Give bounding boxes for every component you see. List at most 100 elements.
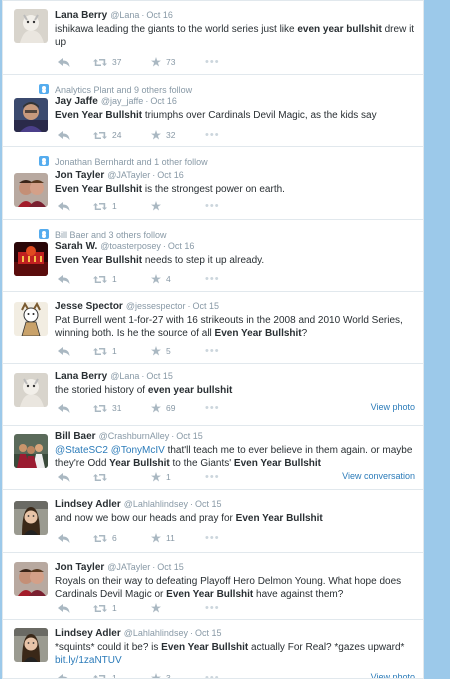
more-options-icon[interactable]: ••• bbox=[205, 56, 220, 68]
tweet-timestamp[interactable]: Oct 15 bbox=[195, 628, 222, 638]
retweet-button[interactable]: 31 bbox=[93, 402, 121, 414]
reply-button[interactable] bbox=[58, 672, 70, 678]
more-options-icon[interactable]: ••• bbox=[205, 672, 220, 678]
url-link[interactable]: bit.ly/1zaNTUV bbox=[55, 655, 122, 666]
tweet-item[interactable]: Lana Berry @Lana · Oct 15 the storied histor… bbox=[3, 364, 423, 426]
retweet-button[interactable]: 1 bbox=[93, 672, 117, 678]
reply-button[interactable] bbox=[58, 402, 70, 414]
favorite-button[interactable]: 4 bbox=[151, 273, 171, 285]
retweet-button[interactable]: 37 bbox=[93, 56, 121, 68]
author-handle[interactable]: @Lahlahlindsey bbox=[124, 499, 188, 509]
tweet-timestamp[interactable]: Oct 15 bbox=[195, 499, 222, 509]
more-options-icon[interactable]: ••• bbox=[205, 471, 220, 483]
favorite-button[interactable] bbox=[151, 200, 166, 212]
more-options-icon[interactable]: ••• bbox=[205, 129, 220, 141]
retweet-button[interactable]: 1 bbox=[93, 345, 117, 357]
favorite-button[interactable]: 1 bbox=[151, 471, 171, 483]
favorite-button[interactable]: 69 bbox=[151, 402, 175, 414]
favorite-button[interactable] bbox=[151, 602, 166, 614]
tweet-item[interactable]: Analytics Plant and 9 others follow Jay J… bbox=[3, 75, 423, 147]
context-text[interactable]: Jonathan Bernhardt and 1 other follow bbox=[55, 157, 208, 167]
tweet-item[interactable]: Jon Tayler @JATayler · Oct 15 Royals on thei… bbox=[3, 553, 423, 620]
favorite-button[interactable]: 32 bbox=[151, 129, 175, 141]
avatar[interactable] bbox=[14, 628, 48, 662]
author-name[interactable]: Jon Tayler bbox=[55, 562, 104, 573]
context-text[interactable]: Analytics Plant and 9 others follow bbox=[55, 85, 192, 95]
favorite-button[interactable]: 73 bbox=[151, 56, 175, 68]
avatar[interactable] bbox=[14, 242, 48, 276]
author-name[interactable]: Sarah W. bbox=[55, 241, 97, 252]
tweet-item[interactable]: Lindsey Adler @Lahlahlindsey · Oct 15 *squin… bbox=[3, 620, 423, 678]
reply-button[interactable] bbox=[58, 129, 70, 141]
avatar[interactable] bbox=[14, 9, 48, 43]
mention-link[interactable]: @StateSC2 bbox=[55, 445, 108, 456]
author-name[interactable]: Lindsey Adler bbox=[55, 499, 121, 510]
tweet-item[interactable]: Bill Baer and 3 others follow Sarah W. @to… bbox=[3, 220, 423, 292]
author-name[interactable]: Jon Tayler bbox=[55, 170, 104, 181]
more-options-icon[interactable]: ••• bbox=[205, 532, 220, 544]
author-handle[interactable]: @toasterposey bbox=[100, 241, 161, 251]
reply-button[interactable] bbox=[58, 200, 70, 212]
mention-link[interactable]: @TonyMcIV bbox=[111, 445, 165, 456]
tweet-item[interactable]: Jesse Spector @jessespector · Oct 15 Pat Bur… bbox=[3, 292, 423, 364]
retweet-button[interactable]: 1 bbox=[93, 602, 117, 614]
retweet-button[interactable] bbox=[93, 471, 112, 483]
view-details-link[interactable]: View photo bbox=[371, 672, 415, 678]
author-handle[interactable]: @CrashburnAlley bbox=[99, 431, 170, 441]
more-options-icon[interactable]: ••• bbox=[205, 273, 220, 285]
reply-button[interactable] bbox=[58, 602, 70, 614]
tweet-timestamp[interactable]: Oct 15 bbox=[176, 431, 203, 441]
retweet-button[interactable]: 6 bbox=[93, 532, 117, 544]
avatar[interactable] bbox=[14, 434, 48, 468]
avatar[interactable] bbox=[14, 562, 48, 596]
author-name[interactable]: Jay Jaffe bbox=[55, 96, 98, 107]
more-options-icon[interactable]: ••• bbox=[205, 602, 220, 614]
tweet-item[interactable]: Bill Baer @CrashburnAlley · Oct 15 @StateSC2… bbox=[3, 426, 423, 490]
author-name[interactable]: Lindsey Adler bbox=[55, 628, 121, 639]
favorite-button[interactable]: 3 bbox=[151, 672, 171, 678]
author-handle[interactable]: @jay_jaffe bbox=[101, 96, 144, 106]
view-details-link[interactable]: View conversation bbox=[342, 471, 415, 481]
tweet-timestamp[interactable]: Oct 16 bbox=[150, 96, 177, 106]
author-name[interactable]: Jesse Spector bbox=[55, 301, 123, 312]
reply-button[interactable] bbox=[58, 56, 70, 68]
reply-button[interactable] bbox=[58, 345, 70, 357]
favorite-button[interactable]: 5 bbox=[151, 345, 171, 357]
tweet-timestamp[interactable]: Oct 16 bbox=[157, 170, 184, 180]
author-handle[interactable]: @Lana bbox=[110, 371, 139, 381]
tweet-item[interactable]: Lana Berry @Lana · Oct 16 ishikawa leading t… bbox=[3, 1, 423, 75]
context-text[interactable]: Bill Baer and 3 others follow bbox=[55, 230, 167, 240]
avatar[interactable] bbox=[14, 302, 48, 336]
retweet-button[interactable]: 1 bbox=[93, 200, 117, 212]
avatar[interactable] bbox=[14, 98, 48, 132]
author-name[interactable]: Lana Berry bbox=[55, 371, 107, 382]
retweet-button[interactable]: 24 bbox=[93, 129, 121, 141]
tweet-header: Lindsey Adler @Lahlahlindsey · Oct 15 bbox=[55, 627, 415, 640]
author-name[interactable]: Bill Baer bbox=[55, 431, 96, 442]
favorite-button[interactable]: 11 bbox=[151, 532, 175, 544]
more-options-icon[interactable]: ••• bbox=[205, 200, 220, 212]
tweet-timestamp[interactable]: Oct 15 bbox=[146, 371, 173, 381]
avatar[interactable] bbox=[14, 173, 48, 207]
view-details-link[interactable]: View photo bbox=[371, 402, 415, 412]
reply-button[interactable] bbox=[58, 273, 70, 285]
reply-button[interactable] bbox=[58, 532, 70, 544]
author-handle[interactable]: @Lana bbox=[110, 10, 139, 20]
author-handle[interactable]: @Lahlahlindsey bbox=[124, 628, 188, 638]
author-name[interactable]: Lana Berry bbox=[55, 10, 107, 21]
tweet-timestamp[interactable]: Oct 15 bbox=[157, 562, 184, 572]
reply-button[interactable] bbox=[58, 471, 70, 483]
author-handle[interactable]: @jessespector bbox=[126, 301, 186, 311]
tweet-timestamp[interactable]: Oct 16 bbox=[146, 10, 173, 20]
tweet-item[interactable]: Jonathan Bernhardt and 1 other follow Jon… bbox=[3, 147, 423, 220]
more-options-icon[interactable]: ••• bbox=[205, 402, 220, 414]
author-handle[interactable]: @JATayler bbox=[107, 170, 150, 180]
avatar[interactable] bbox=[14, 501, 48, 535]
avatar[interactable] bbox=[14, 373, 48, 407]
tweet-timestamp[interactable]: Oct 15 bbox=[193, 301, 220, 311]
tweet-timestamp[interactable]: Oct 16 bbox=[168, 241, 195, 251]
retweet-button[interactable]: 1 bbox=[93, 273, 117, 285]
tweet-item[interactable]: Lindsey Adler @Lahlahlindsey · Oct 15 and no… bbox=[3, 490, 423, 553]
author-handle[interactable]: @JATayler bbox=[107, 562, 150, 572]
more-options-icon[interactable]: ••• bbox=[205, 345, 220, 357]
